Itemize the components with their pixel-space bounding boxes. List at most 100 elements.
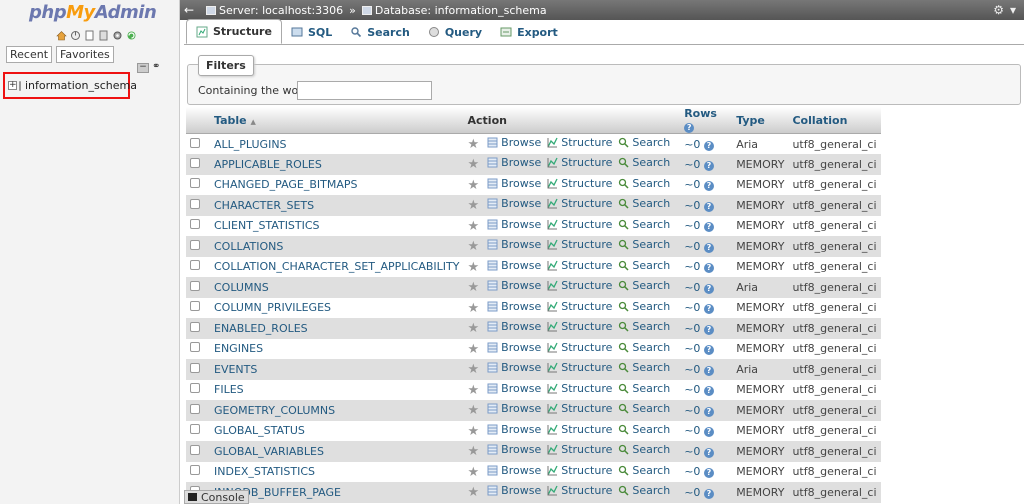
help-icon[interactable]: ?: [703, 365, 714, 376]
search-link[interactable]: Search: [618, 218, 670, 231]
browse-link[interactable]: Browse: [487, 382, 541, 395]
help-icon[interactable]: ?: [703, 447, 714, 458]
collapse-menu-icon[interactable]: ▾: [1010, 3, 1016, 17]
breadcrumb-database[interactable]: Database: information_schema: [375, 4, 547, 17]
search-link[interactable]: Search: [618, 464, 670, 477]
help-icon[interactable]: ?: [703, 386, 714, 397]
favorite-star-icon[interactable]: ★: [468, 239, 480, 254]
structure-link[interactable]: Structure: [547, 361, 612, 374]
back-arrow-icon[interactable]: ←: [180, 3, 198, 17]
table-name-link[interactable]: EVENTS: [214, 363, 257, 376]
db-name-label[interactable]: information_schema: [25, 79, 137, 92]
structure-link[interactable]: Structure: [547, 259, 612, 272]
favorite-star-icon[interactable]: ★: [468, 383, 480, 398]
rows-column-header[interactable]: Rows ?: [680, 107, 733, 134]
browse-link[interactable]: Browse: [487, 156, 541, 169]
browse-link[interactable]: Browse: [487, 259, 541, 272]
row-checkbox[interactable]: [190, 301, 200, 312]
logout-icon[interactable]: [70, 30, 81, 41]
table-name-link[interactable]: ALL_PLUGINS: [214, 138, 287, 151]
help-icon[interactable]: ?: [703, 406, 714, 417]
tab-sql[interactable]: SQL: [282, 20, 341, 44]
browse-link[interactable]: Browse: [487, 218, 541, 231]
row-checkbox[interactable]: [190, 444, 200, 455]
table-name-link[interactable]: GLOBAL_VARIABLES: [214, 445, 324, 458]
help-icon[interactable]: ?: [703, 181, 714, 192]
tab-query[interactable]: Query: [419, 20, 491, 44]
browse-link[interactable]: Browse: [487, 279, 541, 292]
search-link[interactable]: Search: [618, 136, 670, 149]
structure-link[interactable]: Structure: [547, 279, 612, 292]
search-link[interactable]: Search: [618, 402, 670, 415]
settings-gear-icon[interactable]: [112, 30, 123, 41]
row-checkbox[interactable]: [190, 321, 200, 332]
phpmyadmin-logo[interactable]: phpMyAdmin: [29, 2, 157, 23]
help-icon[interactable]: ?: [703, 222, 714, 233]
help-icon[interactable]: ?: [703, 488, 714, 499]
settings-gear-icon[interactable]: ⚙: [993, 3, 1004, 17]
tab-search[interactable]: Search: [341, 20, 419, 44]
search-link[interactable]: Search: [618, 443, 670, 456]
browse-link[interactable]: Browse: [487, 402, 541, 415]
structure-link[interactable]: Structure: [547, 300, 612, 313]
breadcrumb-server[interactable]: Server: localhost:3306: [219, 4, 343, 17]
structure-link[interactable]: Structure: [547, 484, 612, 497]
row-checkbox[interactable]: [190, 362, 200, 373]
search-link[interactable]: Search: [618, 259, 670, 272]
browse-link[interactable]: Browse: [487, 136, 541, 149]
favorite-star-icon[interactable]: ★: [468, 280, 480, 295]
browse-link[interactable]: Browse: [487, 341, 541, 354]
table-name-link[interactable]: GLOBAL_STATUS: [214, 424, 305, 437]
favorite-star-icon[interactable]: ★: [468, 485, 480, 500]
search-link[interactable]: Search: [618, 197, 670, 210]
favorite-star-icon[interactable]: ★: [468, 219, 480, 234]
help-icon[interactable]: ?: [703, 160, 714, 171]
structure-link[interactable]: Structure: [547, 197, 612, 210]
docs-icon[interactable]: [84, 30, 95, 41]
search-link[interactable]: Search: [618, 238, 670, 251]
row-checkbox[interactable]: [190, 219, 200, 230]
browse-link[interactable]: Browse: [487, 361, 541, 374]
favorite-star-icon[interactable]: ★: [468, 198, 480, 213]
table-name-link[interactable]: COLLATION_CHARACTER_SET_APPLICABILITY: [214, 260, 460, 273]
help-icon[interactable]: ?: [703, 140, 714, 151]
browse-link[interactable]: Browse: [487, 177, 541, 190]
structure-link[interactable]: Structure: [547, 402, 612, 415]
help-icon[interactable]: ?: [703, 345, 714, 356]
browse-link[interactable]: Browse: [487, 423, 541, 436]
expand-plus-icon[interactable]: +: [8, 81, 17, 90]
favorite-star-icon[interactable]: ★: [468, 444, 480, 459]
collapse-all-icon[interactable]: −: [137, 63, 149, 73]
favorite-star-icon[interactable]: ★: [468, 157, 480, 172]
search-link[interactable]: Search: [618, 382, 670, 395]
row-checkbox[interactable]: [190, 342, 200, 353]
help-icon[interactable]: ?: [703, 263, 714, 274]
favorite-star-icon[interactable]: ★: [468, 260, 480, 275]
table-name-link[interactable]: ENGINES: [214, 342, 263, 355]
structure-link[interactable]: Structure: [547, 341, 612, 354]
help-icon[interactable]: ?: [703, 427, 714, 438]
structure-link[interactable]: Structure: [547, 423, 612, 436]
table-name-link[interactable]: COLLATIONS: [214, 240, 283, 253]
favorite-star-icon[interactable]: ★: [468, 424, 480, 439]
table-name-link[interactable]: CHANGED_PAGE_BITMAPS: [214, 178, 358, 191]
browse-link[interactable]: Browse: [487, 197, 541, 210]
row-checkbox[interactable]: [190, 403, 200, 414]
structure-link[interactable]: Structure: [547, 382, 612, 395]
structure-link[interactable]: Structure: [547, 136, 612, 149]
home-icon[interactable]: [56, 30, 67, 41]
browse-link[interactable]: Browse: [487, 300, 541, 313]
row-checkbox[interactable]: [190, 198, 200, 209]
type-column-header[interactable]: Type: [732, 107, 789, 134]
structure-link[interactable]: Structure: [547, 218, 612, 231]
help-icon[interactable]: ?: [684, 123, 695, 133]
favorites-tab[interactable]: Favorites: [56, 46, 114, 63]
help-icon[interactable]: ?: [703, 324, 714, 335]
help-icon[interactable]: ?: [703, 242, 714, 253]
favorite-star-icon[interactable]: ★: [468, 403, 480, 418]
help-icon[interactable]: ?: [703, 468, 714, 479]
search-link[interactable]: Search: [618, 320, 670, 333]
search-link[interactable]: Search: [618, 177, 670, 190]
favorite-star-icon[interactable]: ★: [468, 137, 480, 152]
help-icon[interactable]: ?: [703, 283, 714, 294]
